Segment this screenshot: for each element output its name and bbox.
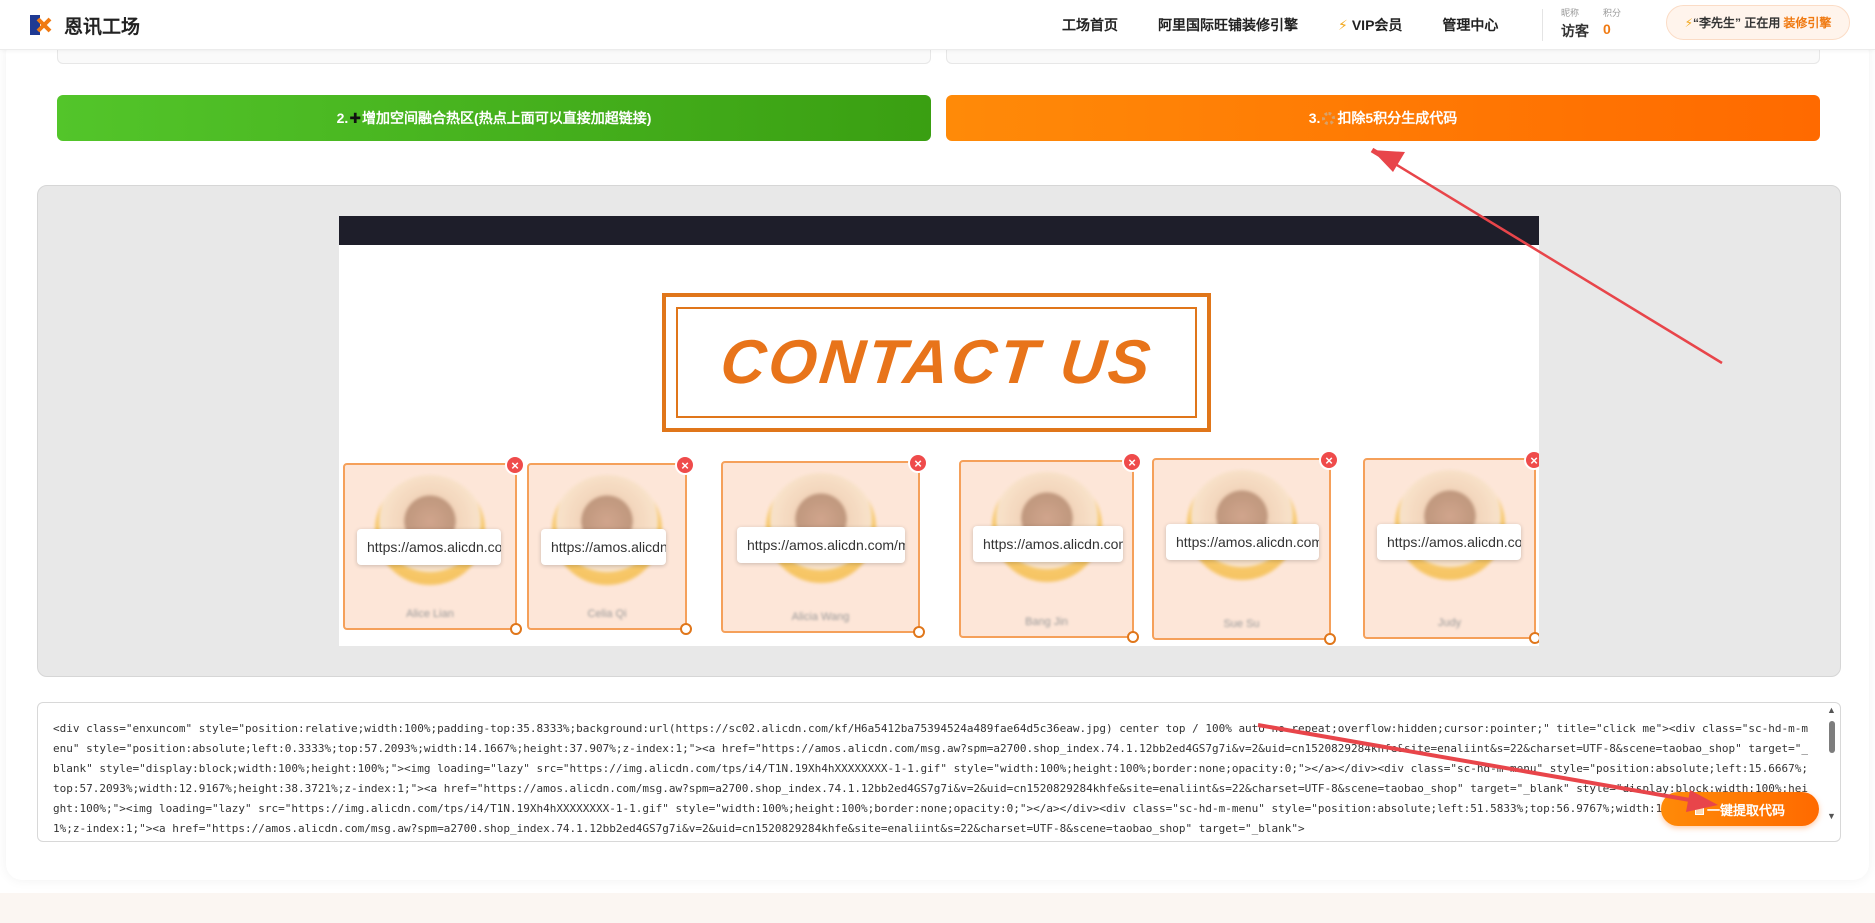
nickname-label: 昵称 <box>1561 8 1580 18</box>
hotspot-link-input[interactable]: https://amos.alicdn.com/msg.aw <box>541 529 666 565</box>
contact-banner-inner: CONTACT US <box>676 307 1197 418</box>
canvas-top-bar <box>339 216 1539 245</box>
extract-code-button[interactable]: 一键提取代码 <box>1661 792 1819 826</box>
hotspot-link-input[interactable]: https://amos.alicdn.com/msg.aw <box>737 527 905 563</box>
nav-decoration-engine[interactable]: 阿里国际旺铺装修引擎 <box>1158 15 1298 35</box>
step2-number: 2. <box>336 110 349 126</box>
active-tool-name: 装修引擎 <box>1783 16 1832 30</box>
resize-handle[interactable] <box>1127 631 1139 643</box>
top-header: 恩讯工场 工场首页 阿里国际旺铺装修引擎 ⚡ VIP会员 管理中心 昵称 访客 积… <box>0 0 1875 50</box>
hotspot-card[interactable]: Celia Qi https://amos.alicdn.com/msg.aw … <box>527 455 695 635</box>
hotspot-card[interactable]: Judy https://amos.alicdn.com/msg.aw × <box>1363 450 1539 644</box>
resize-handle[interactable] <box>913 626 925 638</box>
contact-banner: CONTACT US <box>662 293 1211 432</box>
scroll-down-icon[interactable]: ▼ <box>1827 811 1836 821</box>
contact-name: Alice Lian <box>406 608 454 620</box>
close-icon[interactable]: × <box>908 453 928 473</box>
nav-home[interactable]: 工场首页 <box>1062 15 1118 35</box>
contact-name: Celia Qi <box>587 608 627 620</box>
generate-code-button[interactable]: 3. 扣除5积分生成代码 <box>946 95 1820 141</box>
step3-label: 扣除5积分生成代码 <box>1337 110 1458 126</box>
nav-vip-label: VIP会员 <box>1351 17 1403 33</box>
plus-icon: ✚ <box>349 109 362 126</box>
page-footer-strip <box>0 893 1875 923</box>
hotspot-link-input[interactable]: https://amos.alicdn.com/msg.aw <box>357 529 501 565</box>
contact-name: Alicia Wang <box>791 611 850 623</box>
hotspot-card[interactable]: Alicia Wang https://amos.alicdn.com/msg.… <box>721 453 928 638</box>
points-value: 0 <box>1603 21 1611 37</box>
contact-name: Bang Jin <box>1025 616 1068 628</box>
close-icon[interactable]: × <box>505 455 525 475</box>
resize-handle[interactable] <box>1529 632 1539 644</box>
nav-divider <box>1542 9 1543 41</box>
close-icon[interactable]: × <box>675 455 695 475</box>
contact-name: Sue Su <box>1223 618 1260 630</box>
hotspot-link-input[interactable]: https://amos.alicdn.com/msg.aw <box>973 526 1123 562</box>
active-user-text: “李先生” 正在用 <box>1693 16 1781 30</box>
resize-handle[interactable] <box>1324 633 1336 645</box>
extract-code-label: 一键提取代码 <box>1706 802 1785 818</box>
hotspot-link-input[interactable]: https://amos.alicdn.com/msg.aw <box>1377 524 1521 560</box>
logo-icon <box>24 9 56 41</box>
contact-name: Judy <box>1437 617 1462 629</box>
logo[interactable]: 恩讯工场 <box>24 9 140 41</box>
active-user-pill[interactable]: ⚡ “李先生” 正在用 装修引擎 <box>1666 5 1850 40</box>
hotspot-card[interactable]: Bang Jin https://amos.alicdn.com/msg.aw … <box>959 452 1142 643</box>
nav-vip[interactable]: ⚡ VIP会员 <box>1338 15 1402 35</box>
design-canvas[interactable]: CONTACT US Alice Lian https://amos.alicd… <box>339 216 1539 646</box>
scroll-thumb[interactable] <box>1829 721 1835 753</box>
resize-handle[interactable] <box>680 623 692 635</box>
code-output[interactable]: <div class="enxuncom" style="position:re… <box>37 702 1841 842</box>
points-label: 积分 <box>1603 8 1622 18</box>
close-icon[interactable]: × <box>1319 450 1339 470</box>
hotspot-link-input[interactable]: https://amos.alicdn.com/msg.aw <box>1166 524 1319 560</box>
code-scrollbar[interactable]: ▲ ▼ <box>1826 705 1838 835</box>
resize-handle[interactable] <box>510 623 522 635</box>
contact-heading: CONTACT US <box>716 328 1157 397</box>
add-hotspot-button[interactable]: 2. ✚ 增加空间融合热区(热点上面可以直接加超链接) <box>57 95 931 141</box>
clipboard-icon <box>1694 803 1704 815</box>
lightning-icon: ⚡ <box>1684 15 1694 30</box>
user-info[interactable]: 昵称 访客 积分 0 <box>1561 5 1623 45</box>
main-nav: 工场首页 阿里国际旺铺装修引擎 ⚡ VIP会员 管理中心 <box>1062 0 1538 50</box>
step3-number: 3. <box>1308 110 1321 126</box>
hotspot-card[interactable]: Sue Su https://amos.alicdn.com/msg.aw × <box>1152 450 1339 645</box>
step2-label: 增加空间融合热区(热点上面可以直接加超链接) <box>362 110 652 126</box>
hotspot-card[interactable]: Alice Lian https://amos.alicdn.com/msg.a… <box>343 455 525 635</box>
brand-name: 恩讯工场 <box>64 16 141 38</box>
close-icon[interactable]: × <box>1524 450 1539 470</box>
close-icon[interactable]: × <box>1122 452 1142 472</box>
lightning-icon: ⚡ <box>1338 17 1348 33</box>
nickname-value: 访客 <box>1561 23 1589 39</box>
scroll-up-icon[interactable]: ▲ <box>1827 705 1836 715</box>
code-text[interactable]: <div class="enxuncom" style="position:re… <box>53 719 1808 839</box>
gear-icon <box>1322 111 1336 125</box>
nav-admin[interactable]: 管理中心 <box>1442 15 1498 35</box>
